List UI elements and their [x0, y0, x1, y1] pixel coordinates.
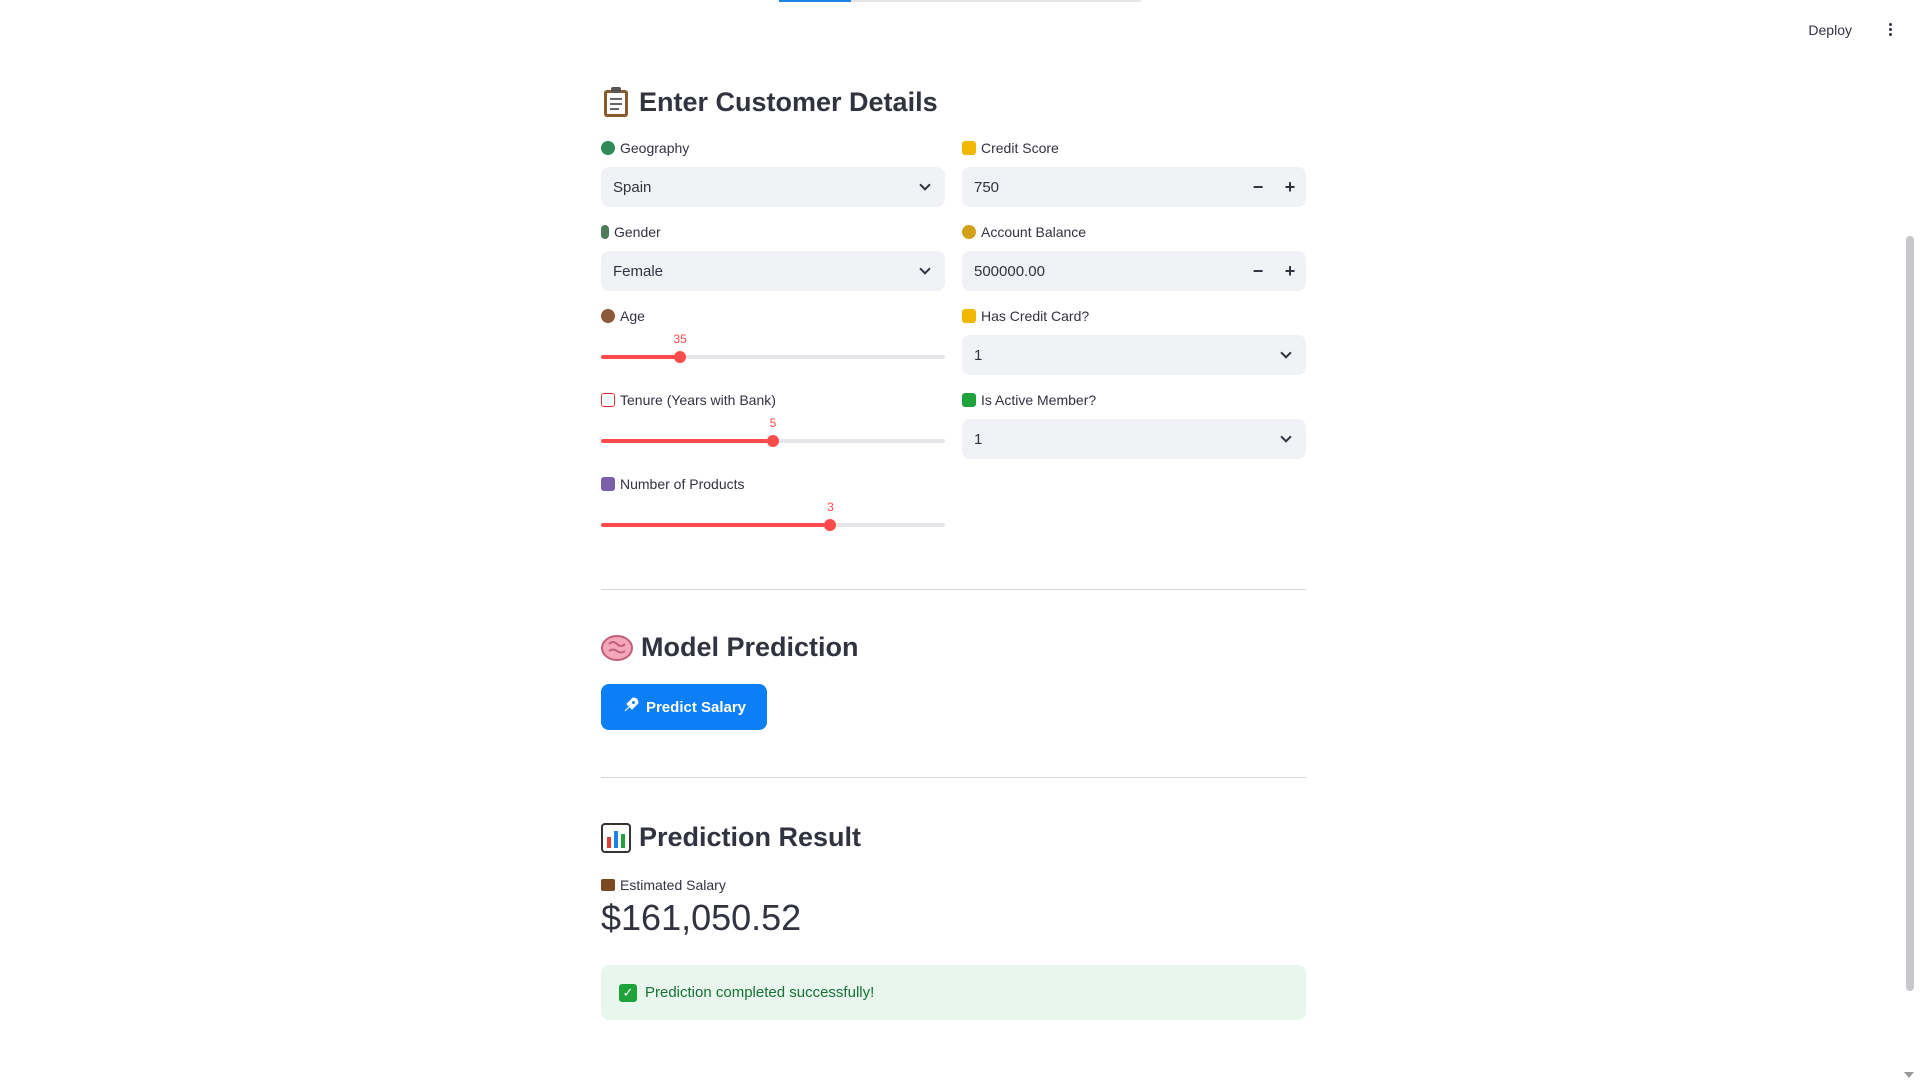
chevron-down-icon: [1280, 347, 1292, 359]
geography-field: Geography Spain: [601, 139, 945, 207]
is-active-member-select[interactable]: 1: [962, 419, 1306, 459]
tenure-label: Tenure (Years with Bank): [620, 392, 776, 408]
bar-chart-icon: [601, 822, 631, 853]
chevron-down-icon: [919, 179, 931, 191]
estimated-salary-value: $161,050.52: [601, 897, 802, 938]
has-credit-card-value: 1: [974, 346, 983, 364]
num-products-field: Number of Products 3: [601, 475, 945, 535]
num-products-label: Number of Products: [620, 476, 745, 492]
top-tab-indicator: [779, 0, 1141, 2]
metric-label-text: Estimated Salary: [620, 877, 726, 893]
calendar-icon: [601, 393, 615, 407]
deploy-button[interactable]: Deploy: [1800, 18, 1860, 42]
active-tab-underline: [779, 0, 851, 2]
customer-details-heading: Enter Customer Details: [601, 86, 938, 118]
person-icon: [601, 225, 609, 239]
success-alert: ✓ Prediction completed successfully!: [601, 965, 1306, 1020]
check-box-icon: [962, 393, 976, 407]
is-active-member-label: Is Active Member?: [981, 392, 1097, 408]
money-bag-icon: [962, 225, 976, 239]
age-label: Age: [620, 308, 645, 324]
scrollbar-thumb[interactable]: [1906, 236, 1914, 991]
success-message: Prediction completed successfully!: [645, 984, 875, 1001]
slider-thumb[interactable]: [824, 519, 837, 531]
credit-score-field: Credit Score 750 − +: [962, 139, 1306, 207]
geography-select[interactable]: Spain: [601, 167, 945, 207]
decrement-button[interactable]: −: [1242, 251, 1274, 291]
credit-score-label: Credit Score: [981, 140, 1059, 156]
brain-icon: [601, 634, 633, 662]
num-products-slider[interactable]: 3: [601, 495, 945, 535]
prediction-result-title: Prediction Result: [639, 822, 862, 852]
estimated-salary-label: Estimated Salary: [601, 877, 726, 893]
has-credit-card-select[interactable]: 1: [962, 335, 1306, 375]
chevron-down-icon: [1280, 431, 1292, 443]
briefcase-icon: [601, 879, 615, 891]
credit-score-value[interactable]: 750: [962, 179, 1242, 196]
slider-fill: [601, 355, 681, 359]
tenure-slider[interactable]: 5: [601, 411, 945, 451]
is-active-member-value: 1: [974, 430, 983, 448]
geography-label: Geography: [620, 140, 690, 156]
slider-value: 35: [673, 332, 687, 346]
check-mark-icon: ✓: [619, 983, 637, 1002]
account-balance-input[interactable]: 500000.00 − +: [962, 251, 1306, 291]
increment-button[interactable]: +: [1274, 167, 1306, 207]
account-balance-field: Account Balance 500000.00 − +: [962, 223, 1306, 291]
more-vertical-icon[interactable]: [1880, 18, 1900, 40]
slider-thumb[interactable]: [674, 351, 687, 363]
rocket-icon: [622, 696, 640, 718]
clipboard-icon: [601, 86, 631, 118]
globe-icon: [601, 141, 615, 155]
cake-icon: [601, 309, 615, 323]
section-divider: [601, 777, 1306, 778]
credit-card-icon: [962, 141, 976, 155]
geography-value: Spain: [613, 178, 652, 196]
scroll-down-arrow-icon[interactable]: [1904, 1072, 1914, 1078]
slider-fill: [601, 439, 773, 443]
prediction-result-heading: Prediction Result: [601, 822, 861, 853]
age-field: Age 35: [601, 307, 945, 367]
account-balance-label: Account Balance: [981, 224, 1087, 240]
slider-value: 5: [769, 416, 777, 430]
tenure-field: Tenure (Years with Bank) 5: [601, 391, 945, 451]
increment-button[interactable]: +: [1274, 251, 1306, 291]
has-credit-card-label: Has Credit Card?: [981, 308, 1090, 324]
section-divider: [601, 589, 1306, 590]
decrement-button[interactable]: −: [1242, 167, 1274, 207]
predict-salary-button[interactable]: Predict Salary: [601, 684, 767, 730]
slider-fill: [601, 523, 831, 527]
age-slider[interactable]: 35: [601, 327, 945, 367]
is-active-member-field: Is Active Member? 1: [962, 391, 1306, 459]
shopping-bags-icon: [601, 477, 615, 491]
chevron-down-icon: [919, 263, 931, 275]
customer-details-title: Enter Customer Details: [639, 86, 938, 117]
model-prediction-heading: Model Prediction: [601, 632, 859, 663]
slider-thumb[interactable]: [767, 435, 779, 447]
account-balance-value[interactable]: 500000.00: [962, 263, 1242, 280]
model-prediction-title: Model Prediction: [641, 632, 859, 662]
gender-select[interactable]: Female: [601, 251, 945, 291]
credit-score-input[interactable]: 750 − +: [962, 167, 1306, 207]
gender-label: Gender: [614, 224, 661, 240]
has-credit-card-field: Has Credit Card? 1: [962, 307, 1306, 375]
predict-salary-label: Predict Salary: [645, 698, 747, 716]
gender-field: Gender Female: [601, 223, 945, 291]
slider-value: 3: [827, 500, 834, 514]
credit-card-icon: [962, 309, 976, 323]
gender-value: Female: [613, 262, 664, 280]
